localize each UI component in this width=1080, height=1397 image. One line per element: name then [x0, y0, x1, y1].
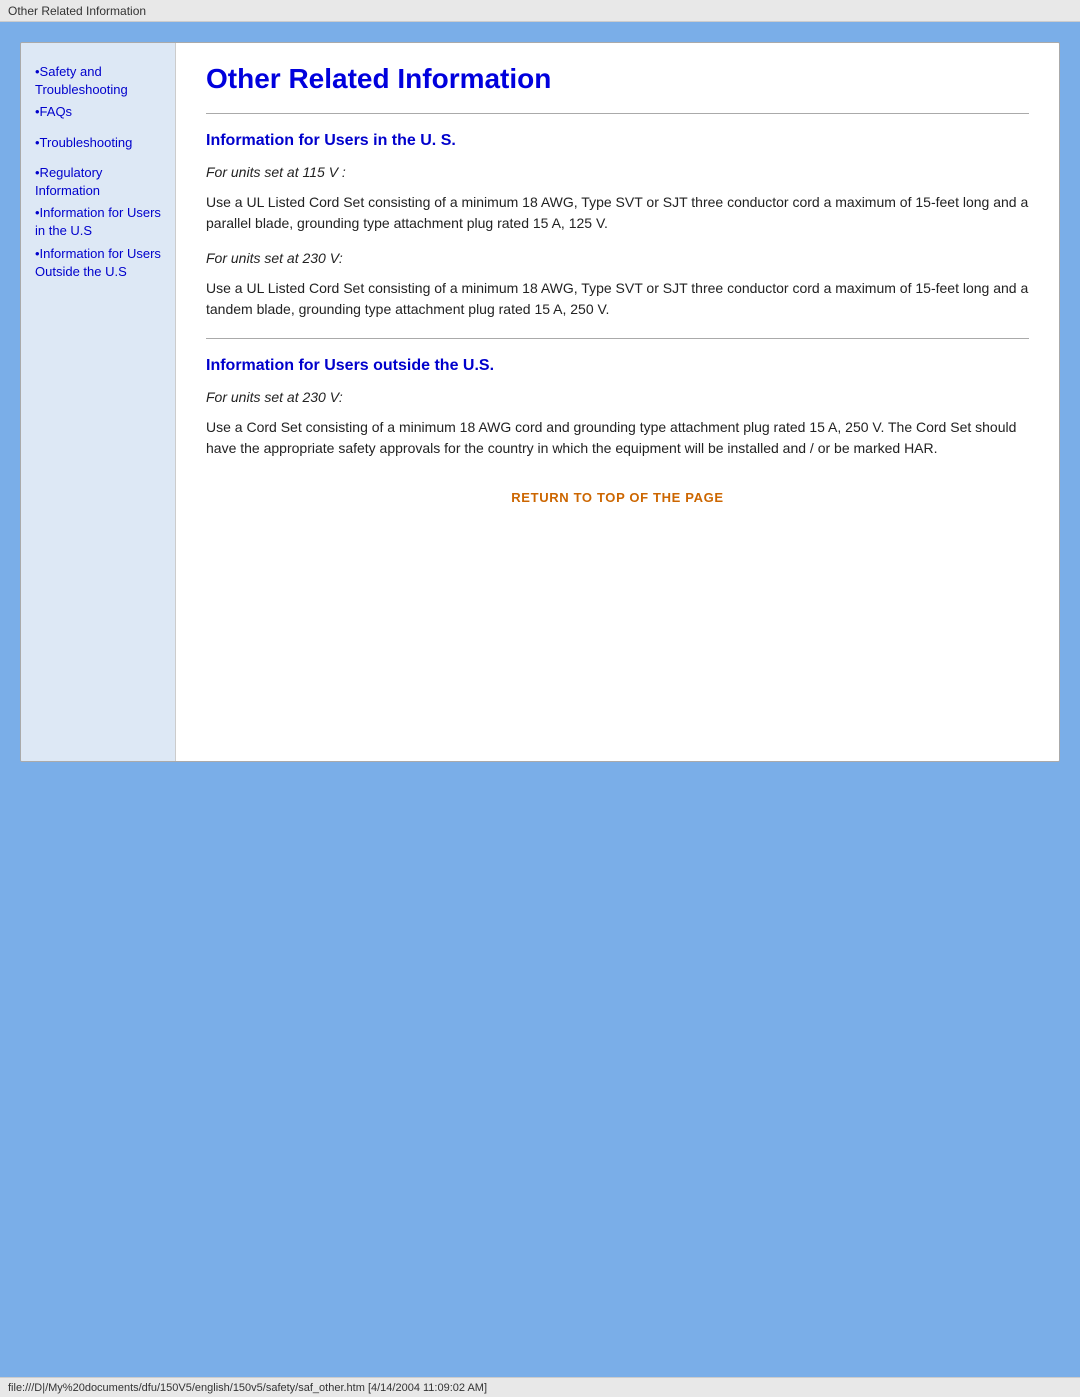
divider-2 — [206, 338, 1029, 339]
section1-heading: Information for Users in the U. S. — [206, 132, 1029, 150]
status-bar-text: file:///D|/My%20documents/dfu/150V5/engl… — [8, 1382, 487, 1394]
divider-1 — [206, 113, 1029, 114]
section1-unit2-body: Use a UL Listed Cord Set consisting of a… — [206, 278, 1029, 320]
return-link-container: RETURN TO TOP OF THE PAGE — [206, 489, 1029, 505]
sidebar: •Safety and Troubleshooting •FAQs •Troub… — [21, 43, 176, 761]
section2-unit1-label: For units set at 230 V: — [206, 389, 1029, 405]
sidebar-link-regulatory[interactable]: •Regulatory Information — [35, 164, 165, 200]
title-bar-text: Other Related Information — [8, 4, 146, 18]
sidebar-link-users-us[interactable]: •Information for Users in the U.S — [35, 204, 165, 240]
return-to-top-link[interactable]: RETURN TO TOP OF THE PAGE — [511, 490, 723, 505]
main-content: Other Related Information Information fo… — [176, 43, 1059, 761]
section1-unit1-body: Use a UL Listed Cord Set consisting of a… — [206, 192, 1029, 234]
section1-unit1-label: For units set at 115 V : — [206, 164, 1029, 180]
sidebar-link-safety[interactable]: •Safety and Troubleshooting — [35, 63, 165, 99]
sidebar-link-users-outside[interactable]: •Information for Users Outside the U.S — [35, 245, 165, 281]
section2-unit1-body: Use a Cord Set consisting of a minimum 1… — [206, 417, 1029, 459]
browser-content: •Safety and Troubleshooting •FAQs •Troub… — [0, 22, 1080, 1377]
section1-unit2-label: For units set at 230 V: — [206, 250, 1029, 266]
sidebar-link-faqs[interactable]: •FAQs — [35, 103, 165, 121]
sidebar-section-3: •Regulatory Information •Information for… — [35, 164, 165, 281]
page-title: Other Related Information — [206, 63, 1029, 95]
page-container: •Safety and Troubleshooting •FAQs •Troub… — [20, 42, 1060, 762]
section2-heading: Information for Users outside the U.S. — [206, 357, 1029, 375]
sidebar-link-troubleshooting[interactable]: •Troubleshooting — [35, 134, 165, 152]
title-bar: Other Related Information — [0, 0, 1080, 22]
sidebar-section-1: •Safety and Troubleshooting •FAQs — [35, 63, 165, 122]
sidebar-section-2: •Troubleshooting — [35, 134, 165, 152]
status-bar: file:///D|/My%20documents/dfu/150V5/engl… — [0, 1377, 1080, 1397]
